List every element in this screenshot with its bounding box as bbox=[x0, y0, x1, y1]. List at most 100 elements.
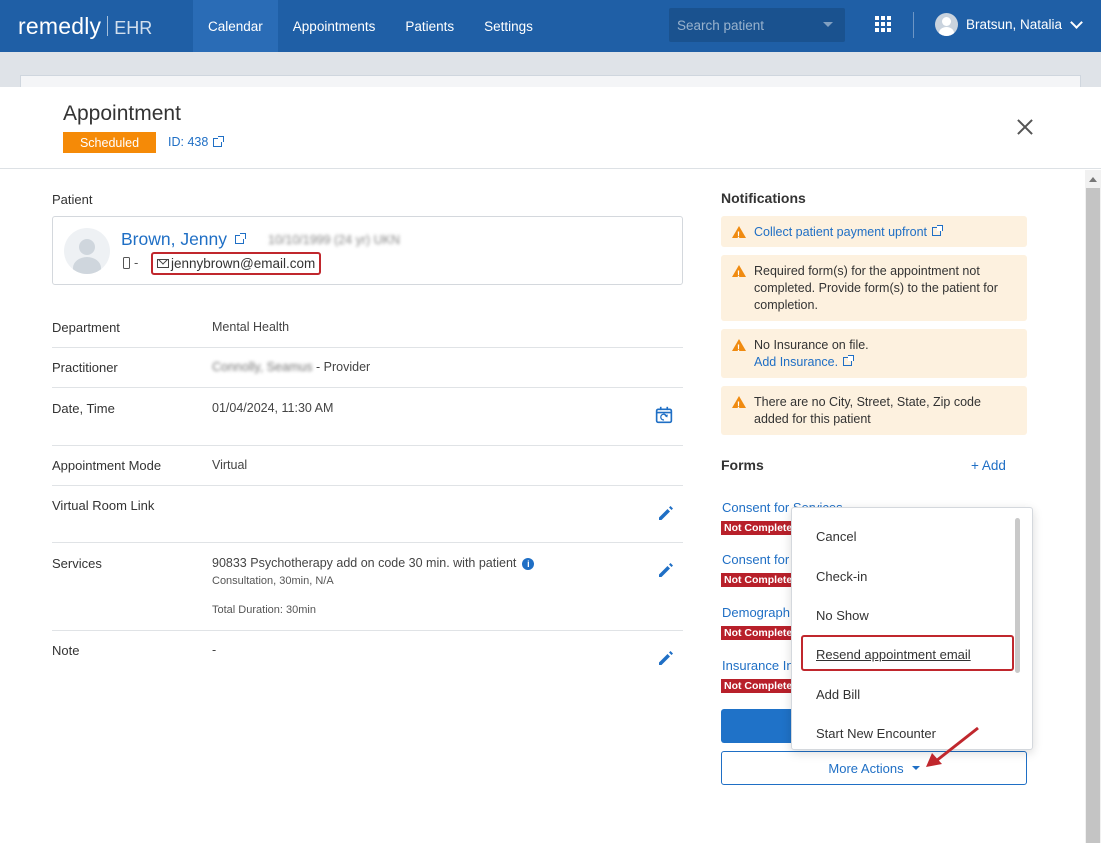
menu-item-check-in[interactable]: Check-in bbox=[816, 569, 867, 584]
forms-title: Forms bbox=[721, 457, 764, 473]
more-actions-label: More Actions bbox=[828, 760, 904, 776]
warning-icon bbox=[732, 396, 746, 414]
practitioner-row: Practitioner Connolly, Seamus - Provider bbox=[52, 348, 683, 388]
notification-address-text: There are no City, Street, State, Zip co… bbox=[754, 395, 981, 426]
patient-name: Brown, Jenny bbox=[121, 229, 228, 249]
menu-item-no-show[interactable]: No Show bbox=[816, 608, 869, 623]
department-row: Department Mental Health bbox=[52, 307, 683, 348]
logo-divider bbox=[107, 16, 109, 36]
more-actions-menu: Cancel Check-in No Show Resend appointme… bbox=[791, 507, 1033, 750]
nav-divider bbox=[913, 12, 914, 38]
external-link-icon bbox=[213, 135, 225, 147]
form-link-consent[interactable]: Consent for bbox=[722, 552, 789, 567]
patient-dob: 10/10/1999 (24 yr) UKN bbox=[268, 233, 401, 247]
email-value: jennybrown@email.com bbox=[171, 256, 316, 271]
appointment-id-link[interactable]: ID: 438 bbox=[168, 135, 225, 149]
collect-payment-link[interactable]: Collect patient payment upfront bbox=[754, 225, 927, 239]
note-label: Note bbox=[52, 643, 80, 658]
phone-icon bbox=[123, 256, 130, 269]
external-link-icon[interactable] bbox=[843, 355, 855, 366]
warning-icon bbox=[732, 339, 746, 357]
mode-row: Appointment Mode Virtual bbox=[52, 446, 683, 486]
service-name: 90833 Psychotherapy add on code 30 min. … bbox=[212, 556, 535, 570]
menu-item-resend-email[interactable]: Resend appointment email bbox=[816, 647, 971, 662]
logo[interactable]: remedly EHR bbox=[0, 13, 193, 40]
add-form-button[interactable]: + Add bbox=[971, 458, 1006, 473]
menu-item-cancel[interactable]: Cancel bbox=[816, 529, 856, 544]
patient-search-input[interactable]: Search patient bbox=[669, 8, 845, 42]
caret-down-icon bbox=[911, 766, 920, 770]
menu-item-start-encounter[interactable]: Start New Encounter bbox=[816, 726, 936, 741]
external-link-icon bbox=[235, 233, 247, 244]
menu-item-add-bill[interactable]: Add Bill bbox=[816, 687, 860, 702]
services-row: Services 90833 Psychotherapy add on code… bbox=[52, 543, 683, 631]
virtual-room-label: Virtual Room Link bbox=[52, 498, 155, 513]
form-link-insurance[interactable]: Insurance In bbox=[722, 658, 794, 673]
patient-avatar bbox=[64, 228, 110, 274]
warning-icon bbox=[732, 265, 746, 283]
form-status-badge: Not Complete bbox=[721, 626, 796, 640]
patient-label: Patient bbox=[52, 192, 93, 207]
services-label: Services bbox=[52, 556, 102, 571]
datetime-value: 01/04/2024, 11:30 AM bbox=[212, 401, 334, 415]
total-duration: Total Duration: 30min bbox=[212, 604, 316, 616]
practitioner-value: Connolly, Seamus - Provider bbox=[212, 360, 370, 374]
menu-scrollbar[interactable] bbox=[1015, 518, 1020, 673]
department-label: Department bbox=[52, 320, 120, 335]
service-name-text: 90833 Psychotherapy add on code 30 min. … bbox=[212, 556, 517, 570]
notification-address: There are no City, Street, State, Zip co… bbox=[721, 386, 1027, 435]
envelope-icon bbox=[157, 259, 169, 268]
product-name: EHR bbox=[114, 17, 153, 38]
scroll-up-icon[interactable] bbox=[1089, 177, 1097, 182]
notifications-title: Notifications bbox=[721, 190, 806, 206]
chevron-down-icon bbox=[1070, 15, 1083, 29]
form-status-badge: Not Complete bbox=[721, 521, 796, 535]
brand-name: remedly bbox=[18, 12, 102, 39]
note-value: - bbox=[212, 643, 217, 657]
appointment-id: ID: 438 bbox=[168, 135, 209, 149]
form-status-badge: Not Complete bbox=[721, 679, 796, 693]
user-avatar bbox=[935, 13, 958, 36]
notification-payment: Collect patient payment upfront bbox=[721, 216, 1027, 247]
close-icon[interactable] bbox=[1016, 118, 1034, 136]
nav-calendar[interactable]: Calendar bbox=[193, 0, 278, 52]
info-icon[interactable]: i bbox=[522, 557, 535, 570]
department-value: Mental Health bbox=[212, 320, 290, 334]
edit-pencil-icon[interactable] bbox=[657, 561, 675, 579]
edit-pencil-icon[interactable] bbox=[657, 504, 675, 522]
datetime-row: Date, Time 01/04/2024, 11:30 AM bbox=[52, 388, 683, 446]
apps-grid-icon[interactable] bbox=[875, 16, 891, 32]
user-name: Bratsun, Natalia bbox=[966, 17, 1063, 32]
reschedule-calendar-icon[interactable] bbox=[655, 406, 677, 428]
nav-appointments[interactable]: Appointments bbox=[278, 0, 391, 52]
add-insurance-link[interactable]: Add Insurance. bbox=[754, 355, 838, 369]
notification-insurance-text: No Insurance on file. bbox=[754, 338, 869, 352]
patient-phone: - bbox=[123, 255, 138, 270]
search-placeholder: Search patient bbox=[677, 17, 765, 33]
patient-email: jennybrown@email.com bbox=[151, 252, 322, 275]
edit-pencil-icon[interactable] bbox=[657, 649, 675, 667]
modal-header: Appointment Scheduled ID: 438 bbox=[0, 87, 1101, 169]
mode-value: Virtual bbox=[212, 458, 248, 472]
status-badge: Scheduled bbox=[63, 132, 156, 153]
form-link-demographics[interactable]: Demograph bbox=[722, 605, 790, 620]
user-menu[interactable]: Bratsun, Natalia bbox=[935, 13, 1083, 36]
scrollbar-thumb[interactable] bbox=[1086, 188, 1100, 843]
external-link-icon[interactable] bbox=[932, 225, 944, 236]
nav-settings[interactable]: Settings bbox=[469, 0, 548, 52]
warning-icon bbox=[732, 226, 746, 244]
service-details: Consultation, 30min, N/A bbox=[212, 575, 334, 587]
patient-name-link[interactable]: Brown, Jenny bbox=[121, 229, 247, 250]
mode-label: Appointment Mode bbox=[52, 458, 162, 473]
patient-card: Brown, Jenny 10/10/1999 (24 yr) UKN - je… bbox=[52, 216, 683, 285]
notification-insurance: No Insurance on file. Add Insurance. bbox=[721, 329, 1027, 378]
modal-title: Appointment bbox=[63, 102, 181, 125]
top-nav: remedly EHR Calendar Appointments Patien… bbox=[0, 0, 1101, 52]
practitioner-role: - Provider bbox=[316, 360, 371, 374]
nav-patients[interactable]: Patients bbox=[390, 0, 469, 52]
modal-scrollbar[interactable] bbox=[1085, 170, 1101, 843]
notification-forms: Required form(s) for the appointment not… bbox=[721, 255, 1027, 321]
notification-forms-text: Required form(s) for the appointment not… bbox=[754, 264, 998, 312]
form-status-badge: Not Complete bbox=[721, 573, 796, 587]
search-dropdown-icon bbox=[823, 22, 833, 27]
